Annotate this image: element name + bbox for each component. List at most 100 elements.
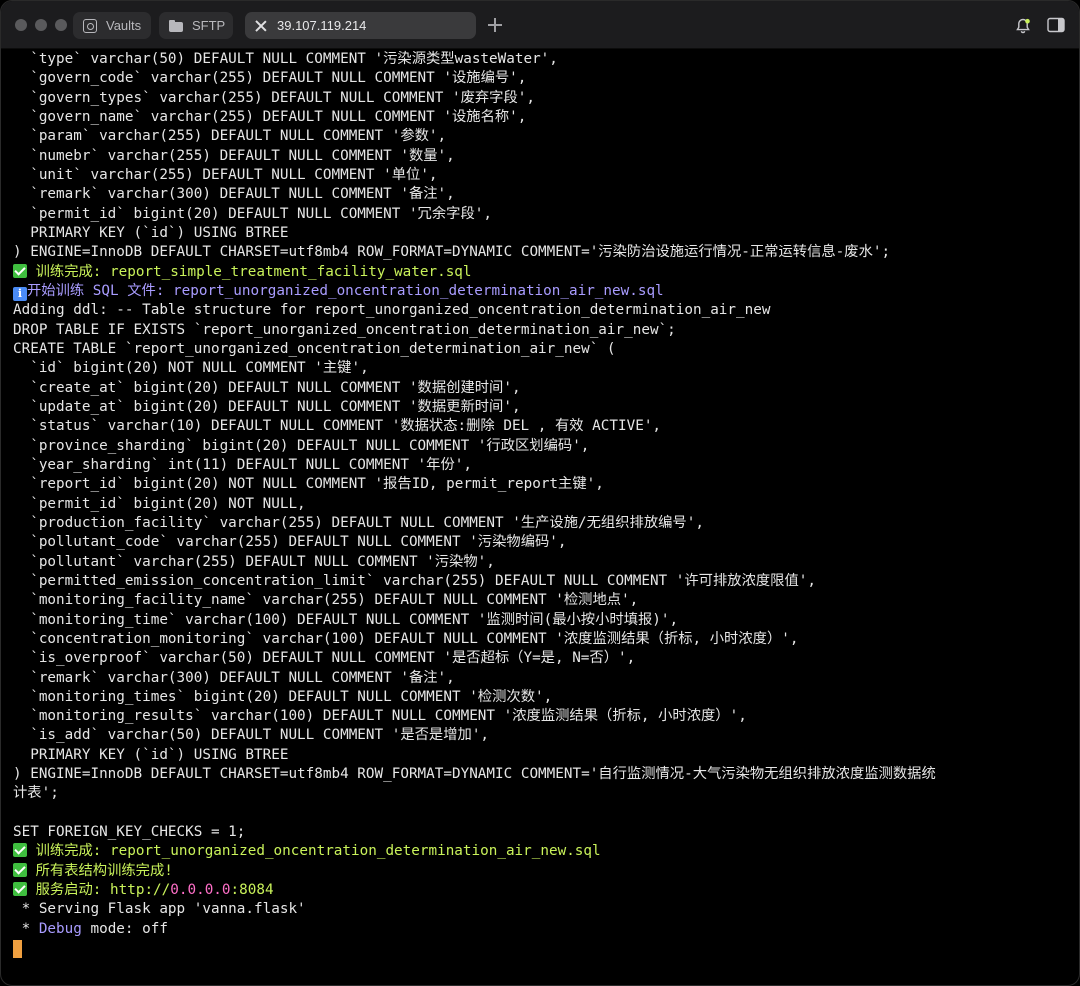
tab-ssh-session[interactable]: 39.107.119.214 — [245, 12, 476, 39]
terminal-line: `permit_id` bigint(20) NOT NULL, — [13, 495, 1067, 514]
terminal-line-text: PRIMARY KEY (`id`) USING BTREE — [13, 746, 289, 763]
folder-icon — [169, 19, 183, 33]
terminal-line-text: `unit` varchar(255) DEFAULT NULL COMMENT… — [13, 166, 438, 183]
terminal-line: `update_at` bigint(20) DEFAULT NULL COMM… — [13, 398, 1067, 417]
terminal-line-text: `permit_id` bigint(20) NOT NULL, — [13, 495, 306, 512]
terminal-line: `permit_id` bigint(20) DEFAULT NULL COMM… — [13, 205, 1067, 224]
terminal-line: `status` varchar(10) DEFAULT NULL COMMEN… — [13, 417, 1067, 436]
terminal-line: `numebr` varchar(255) DEFAULT NULL COMME… — [13, 147, 1067, 166]
terminal-line: 服务启动: http://0.0.0.0:8084 — [13, 881, 1067, 900]
terminal-line-text: `remark` varchar(300) DEFAULT NULL COMME… — [13, 186, 455, 203]
debug-label: Debug — [38, 920, 82, 937]
terminal-line-text: `monitoring_results` varchar(100) DEFAUL… — [13, 708, 747, 725]
terminal-line-text: `update_at` bigint(20) DEFAULT NULL COMM… — [13, 398, 521, 415]
terminal-line: `govern_name` varchar(255) DEFAULT NULL … — [13, 108, 1067, 127]
terminal-line: 所有表结构训练完成! — [13, 862, 1067, 881]
terminal-line-text: * Serving Flask app 'vanna.flask' — [13, 901, 306, 918]
check-mark-icon — [13, 843, 27, 858]
terminal-line: `unit` varchar(255) DEFAULT NULL COMMENT… — [13, 166, 1067, 185]
terminal-line: `pollutant_code` varchar(255) DEFAULT NU… — [13, 533, 1067, 552]
terminal-line: * Debug mode: off — [13, 920, 1067, 939]
terminal-line-text: `pollutant_code` varchar(255) DEFAULT NU… — [13, 534, 567, 551]
terminal-line: CREATE TABLE `report_unorganized_oncentr… — [13, 340, 1067, 359]
vault-icon — [83, 18, 97, 33]
terminal-line-text: `type` varchar(50) DEFAULT NULL COMMENT … — [13, 51, 558, 67]
terminal-line-text: CREATE TABLE `report_unorganized_oncentr… — [13, 340, 616, 357]
terminal-line: `id` bigint(20) NOT NULL COMMENT '主键', — [13, 359, 1067, 378]
terminal-output[interactable]: `type` varchar(50) DEFAULT NULL COMMENT … — [1, 49, 1079, 985]
terminal-line: `remark` varchar(300) DEFAULT NULL COMME… — [13, 669, 1067, 688]
terminal-line-text: `report_id` bigint(20) NOT NULL COMMENT … — [13, 476, 604, 493]
check-mark-icon — [13, 263, 27, 278]
tab-vaults[interactable]: Vaults — [73, 12, 151, 39]
terminal-line: `remark` varchar(300) DEFAULT NULL COMME… — [13, 185, 1067, 204]
terminal-line-text: 训练完成: report_unorganized_oncentration_de… — [27, 843, 601, 860]
bell-icon[interactable] — [1015, 18, 1031, 34]
terminal-line-text: `status` varchar(10) DEFAULT NULL COMMEN… — [13, 418, 662, 435]
terminal-line: PRIMARY KEY (`id`) USING BTREE — [13, 224, 1067, 243]
terminal-line-text: `monitoring_facility_name` varchar(255) … — [13, 592, 639, 609]
terminal-line: `production_facility` varchar(255) DEFAU… — [13, 514, 1067, 533]
terminal-line-text: `permitted_emission_concentration_limit`… — [13, 572, 816, 589]
terminal-line-text: PRIMARY KEY (`id`) USING BTREE — [13, 224, 289, 241]
terminal-line: ) ENGINE=InnoDB DEFAULT CHARSET=utf8mb4 … — [13, 765, 1067, 784]
debug-mode-text: mode: off — [81, 920, 168, 937]
terminal-line: DROP TABLE IF EXISTS `report_unorganized… — [13, 321, 1067, 340]
terminal-line: 训练完成: report_unorganized_oncentration_de… — [13, 842, 1067, 861]
terminal-line: `monitoring_results` varchar(100) DEFAUL… — [13, 707, 1067, 726]
close-icon[interactable] — [255, 20, 267, 32]
terminal-line-text: 训练完成: report_simple_treatment_facility_w… — [27, 263, 472, 280]
new-tab-button[interactable] — [485, 14, 505, 36]
terminal-line-text: Adding ddl: -- Table structure for repor… — [13, 302, 771, 319]
minimize-window-button[interactable] — [35, 19, 47, 31]
maximize-window-button[interactable] — [55, 19, 67, 31]
info-icon: i — [13, 286, 27, 301]
terminal-line: `create_at` bigint(20) DEFAULT NULL COMM… — [13, 379, 1067, 398]
sidebar-toggle-icon[interactable] — [1047, 17, 1065, 33]
terminal-line-text: `production_facility` varchar(255) DEFAU… — [13, 514, 704, 531]
terminal-line-text: `remark` varchar(300) DEFAULT NULL COMME… — [13, 669, 455, 686]
tab-sftp[interactable]: SFTP — [159, 12, 233, 39]
terminal-line: i 开始训练 SQL 文件: report_unorganized_oncentr… — [13, 282, 1067, 301]
terminal-line — [13, 939, 1067, 959]
tab-label: Vaults — [106, 18, 142, 33]
terminal-line-text: `numebr` varchar(255) DEFAULT NULL COMME… — [13, 147, 455, 164]
terminal-line-text: ) ENGINE=InnoDB DEFAULT CHARSET=utf8mb4 … — [13, 244, 891, 261]
check-mark-icon — [13, 862, 27, 877]
terminal-line-text: `create_at` bigint(20) DEFAULT NULL COMM… — [13, 379, 521, 396]
terminal-line: 训练完成: report_simple_treatment_facility_w… — [13, 263, 1067, 282]
terminal-line: Adding ddl: -- Table structure for repor… — [13, 301, 1067, 320]
terminal-line-text: 计表'; — [13, 785, 59, 802]
terminal-line-text: `monitoring_times` bigint(20) DEFAULT NU… — [13, 688, 553, 705]
terminal-window: Vaults SFTP 39.107.119.214 `type` varcha… — [0, 0, 1080, 986]
terminal-line-text: `govern_types` varchar(255) DEFAULT NULL… — [13, 89, 535, 106]
terminal-line: `province_sharding` bigint(20) DEFAULT N… — [13, 437, 1067, 456]
terminal-line-text: DROP TABLE IF EXISTS `report_unorganized… — [13, 321, 676, 338]
terminal-line-text: SET FOREIGN_KEY_CHECKS = 1; — [13, 824, 246, 841]
terminal-cursor — [13, 940, 22, 959]
terminal-line: `govern_code` varchar(255) DEFAULT NULL … — [13, 69, 1067, 88]
terminal-line: `year_sharding` int(11) DEFAULT NULL COM… — [13, 456, 1067, 475]
terminal-line: ) ENGINE=InnoDB DEFAULT CHARSET=utf8mb4 … — [13, 243, 1067, 262]
title-bar: Vaults SFTP 39.107.119.214 — [1, 1, 1079, 49]
terminal-line-text: `pollutant` varchar(255) DEFAULT NULL CO… — [13, 553, 495, 570]
terminal-line-text: `province_sharding` bigint(20) DEFAULT N… — [13, 437, 590, 454]
terminal-line-text: `monitoring_time` varchar(100) DEFAULT N… — [13, 611, 679, 628]
terminal-line-text: `permit_id` bigint(20) DEFAULT NULL COMM… — [13, 205, 492, 222]
terminal-line: `type` varchar(50) DEFAULT NULL COMMENT … — [13, 50, 1067, 69]
close-window-button[interactable] — [15, 19, 27, 31]
terminal-line: `govern_types` varchar(255) DEFAULT NULL… — [13, 89, 1067, 108]
terminal-line: `permitted_emission_concentration_limit`… — [13, 572, 1067, 591]
terminal-line: `is_overproof` varchar(50) DEFAULT NULL … — [13, 649, 1067, 668]
terminal-line-text: 所有表结构训练完成! — [27, 862, 173, 879]
terminal-line-text: `param` varchar(255) DEFAULT NULL COMMEN… — [13, 128, 447, 145]
terminal-line-text: `is_add` varchar(50) DEFAULT NULL COMMEN… — [13, 727, 490, 744]
terminal-line: * Serving Flask app 'vanna.flask' — [13, 900, 1067, 919]
terminal-line-text: `govern_code` varchar(255) DEFAULT NULL … — [13, 70, 527, 87]
terminal-line: `monitoring_facility_name` varchar(255) … — [13, 591, 1067, 610]
terminal-line-text: 服务启动: http:// — [27, 882, 171, 899]
tab-label: 39.107.119.214 — [277, 18, 367, 33]
terminal-line-text: `is_overproof` varchar(50) DEFAULT NULL … — [13, 650, 636, 667]
check-mark-icon — [13, 882, 27, 897]
